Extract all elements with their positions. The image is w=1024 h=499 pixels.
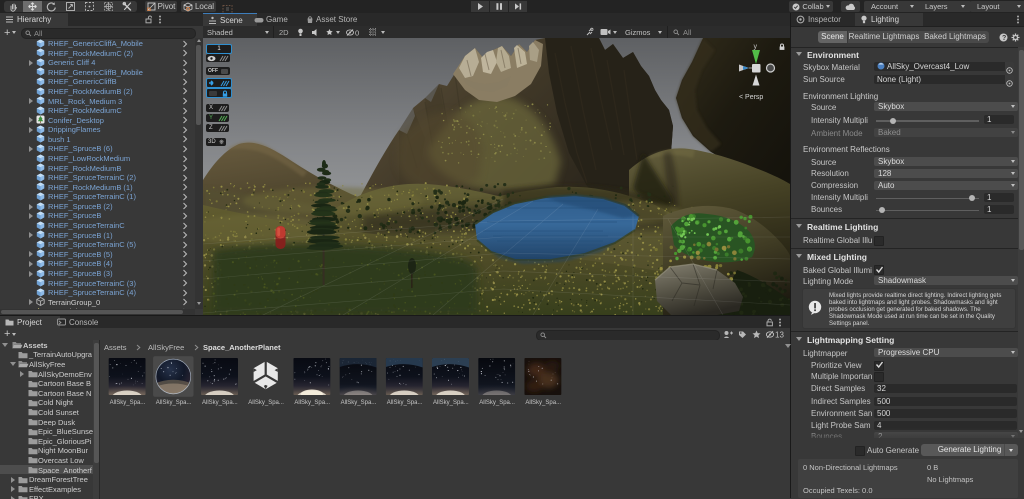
svg-text:AllSky_Spa...: AllSky_Spa... — [387, 400, 423, 406]
svg-text:13: 13 — [775, 330, 784, 339]
svg-text:AllSky_Spa...: AllSky_Spa... — [433, 400, 469, 406]
svg-text:AllSky_Spa...: AllSky_Spa... — [202, 400, 238, 406]
svg-text:AllSky_Spa...: AllSky_Spa... — [525, 400, 561, 406]
svg-text:AllSky_Spa...: AllSky_Spa... — [248, 400, 284, 406]
svg-text:AllSky_Spa...: AllSky_Spa... — [479, 400, 515, 406]
svg-text:AllSky_Spa...: AllSky_Spa... — [110, 400, 146, 406]
svg-text:0: 0 — [355, 28, 359, 37]
svg-text:AllSky_Spa...: AllSky_Spa... — [341, 400, 377, 406]
svg-text:AllSky_Spa...: AllSky_Spa... — [294, 400, 330, 406]
svg-text:AllSky_Spa...: AllSky_Spa... — [156, 400, 192, 406]
svg-text:< Persp: < Persp — [739, 94, 763, 101]
svg-text:y: y — [754, 44, 758, 51]
svg-text:?: ? — [1002, 35, 1006, 42]
